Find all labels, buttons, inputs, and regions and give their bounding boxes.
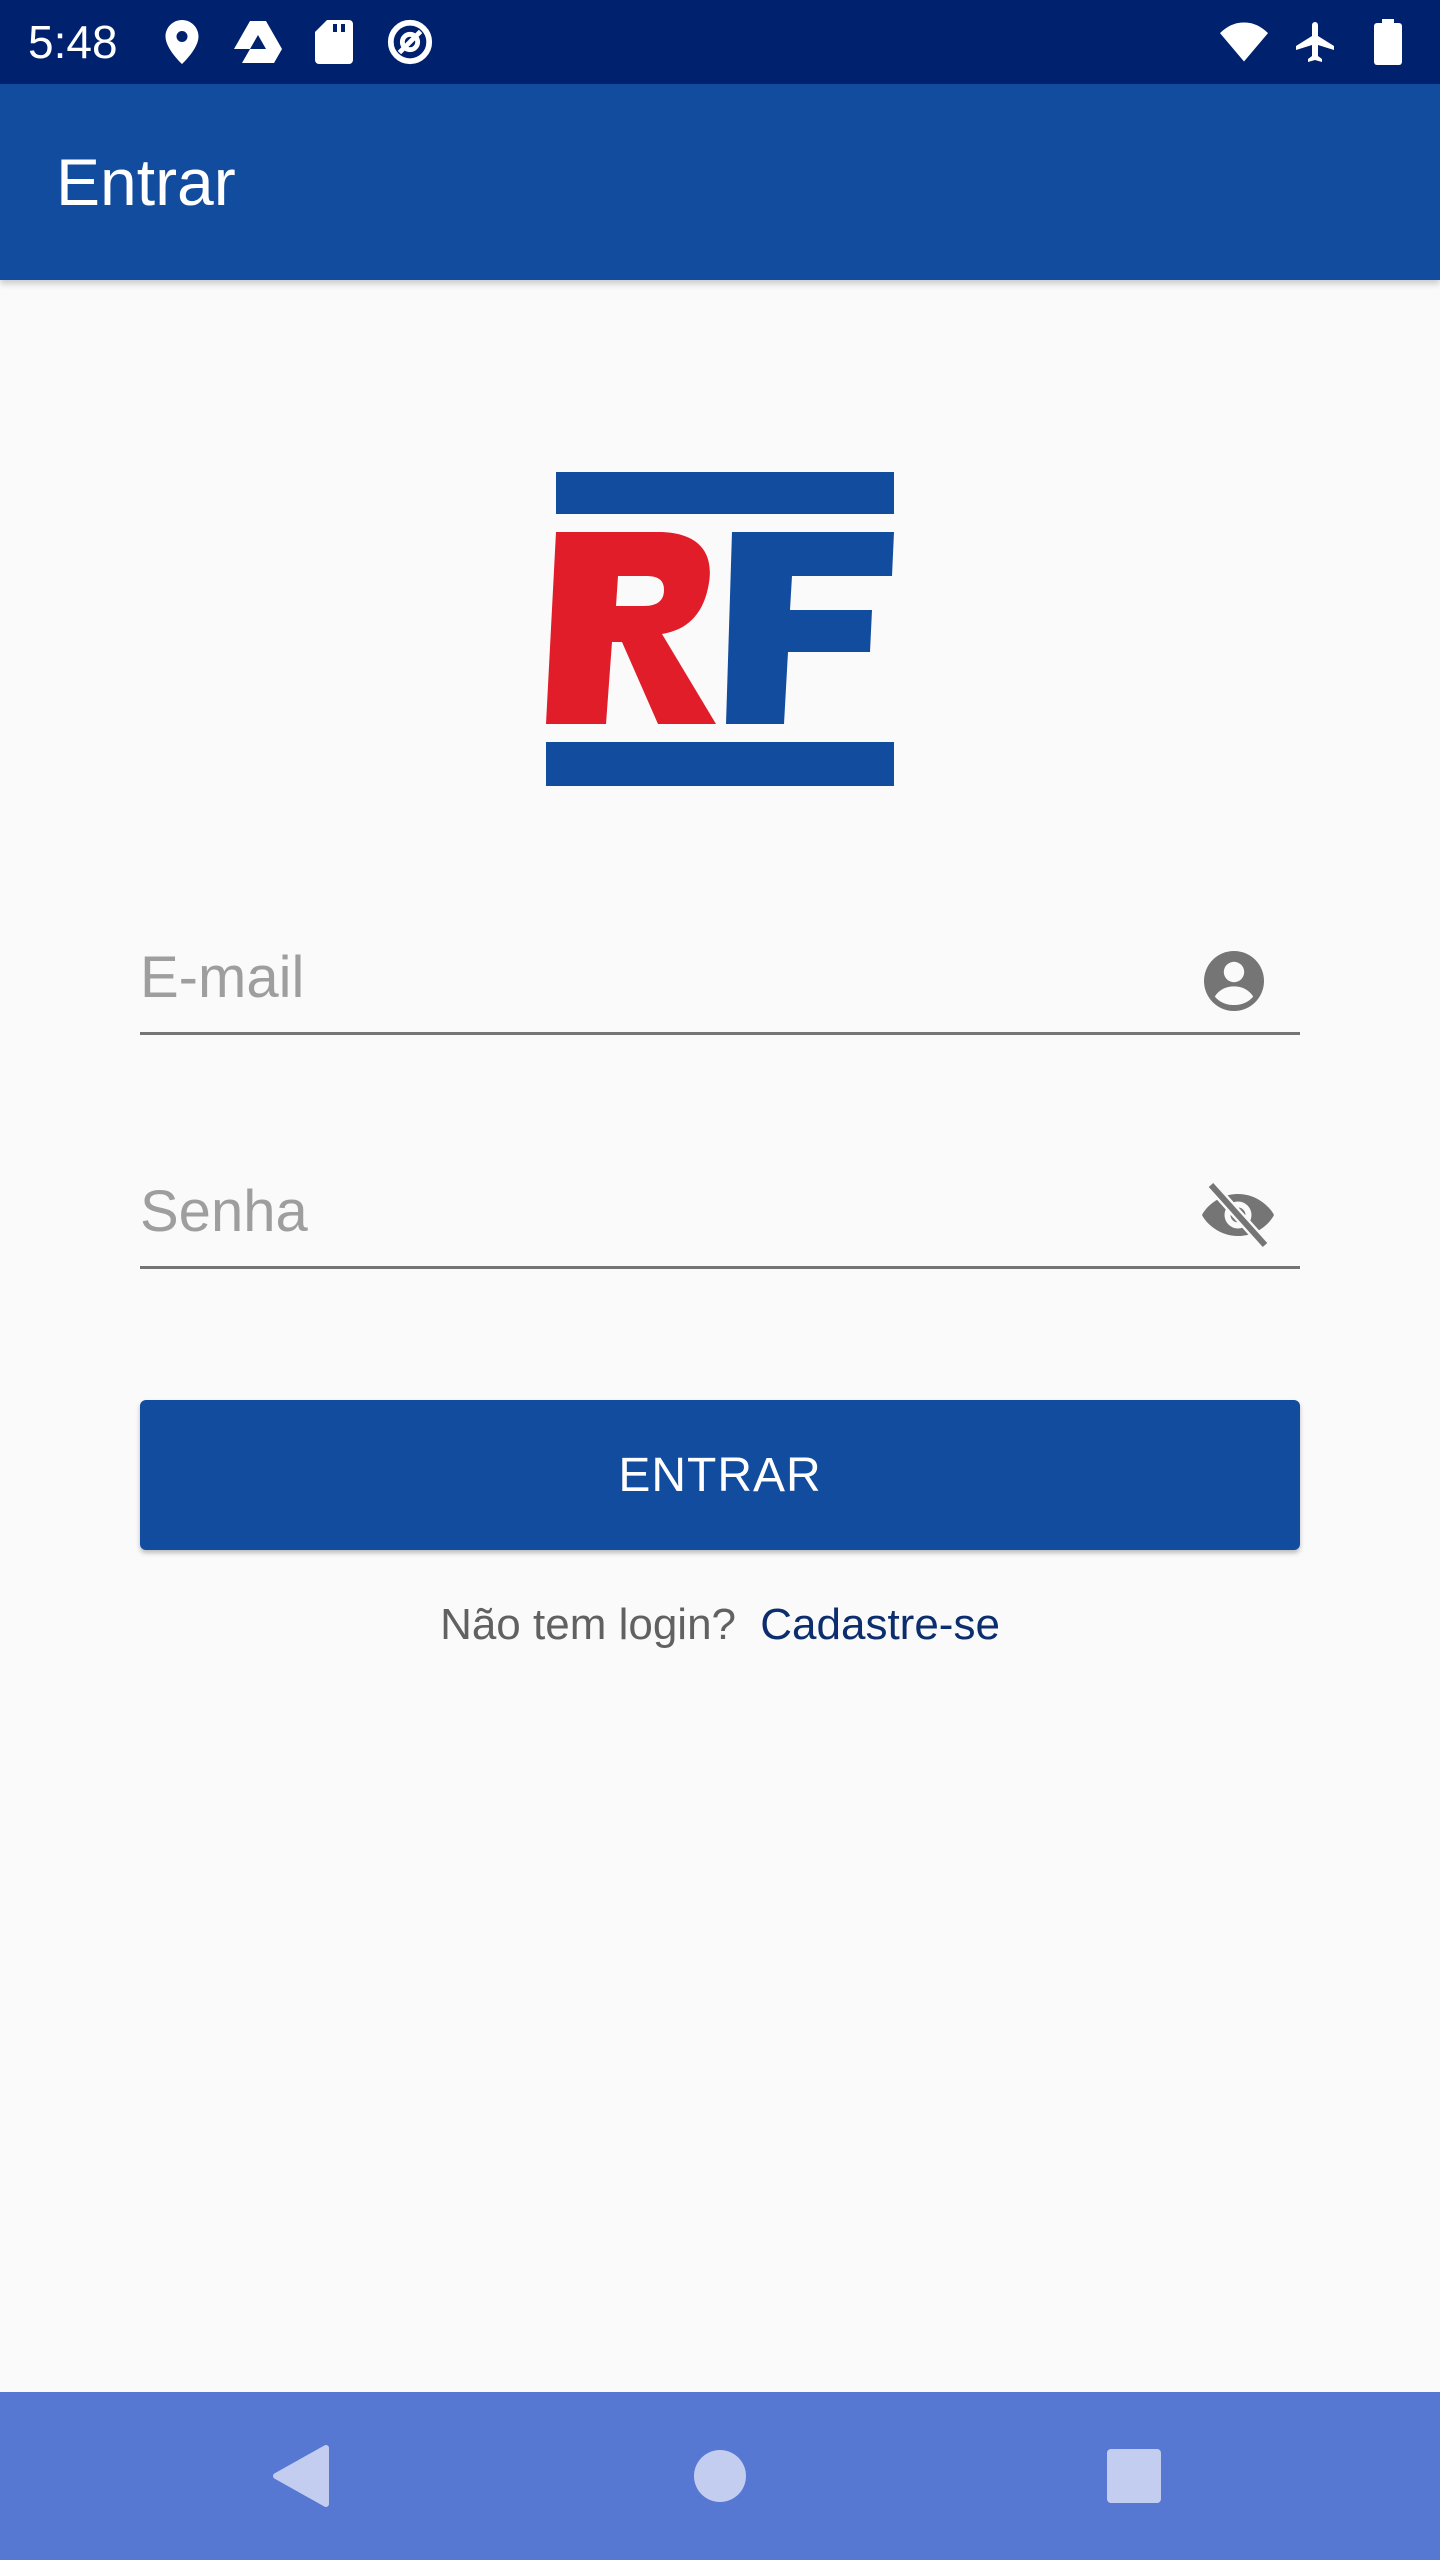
rf-logo bbox=[540, 470, 900, 790]
page-title: Entrar bbox=[56, 145, 236, 219]
signup-row: Não tem login? Cadastre-se bbox=[0, 1600, 1440, 1650]
data-saver-icon bbox=[386, 18, 434, 66]
email-input[interactable] bbox=[140, 925, 1180, 1029]
system-nav-bar bbox=[0, 2392, 1440, 2560]
status-time: 5:48 bbox=[28, 16, 118, 68]
recents-icon[interactable] bbox=[1094, 2436, 1174, 2516]
email-field[interactable] bbox=[140, 925, 1300, 1035]
app-bar: Entrar bbox=[0, 84, 1440, 280]
wifi-icon bbox=[1220, 18, 1268, 66]
location-icon bbox=[158, 18, 206, 66]
account-circle-icon bbox=[1198, 945, 1270, 1017]
status-bar: 5:48 bbox=[0, 0, 1440, 84]
airplane-icon bbox=[1292, 18, 1340, 66]
signup-prompt: Não tem login? bbox=[440, 1600, 737, 1649]
password-field[interactable] bbox=[140, 1159, 1300, 1269]
back-icon[interactable] bbox=[260, 2436, 340, 2516]
password-input[interactable] bbox=[140, 1159, 1180, 1263]
login-button[interactable]: ENTRAR bbox=[140, 1400, 1300, 1550]
status-right-icons bbox=[1196, 18, 1412, 66]
signup-link[interactable]: Cadastre-se bbox=[760, 1600, 1000, 1649]
home-icon[interactable] bbox=[680, 2436, 760, 2516]
drive-icon bbox=[233, 18, 282, 66]
sd-card-icon bbox=[310, 18, 358, 66]
battery-icon bbox=[1364, 18, 1412, 66]
visibility-off-icon[interactable] bbox=[1198, 1179, 1274, 1251]
